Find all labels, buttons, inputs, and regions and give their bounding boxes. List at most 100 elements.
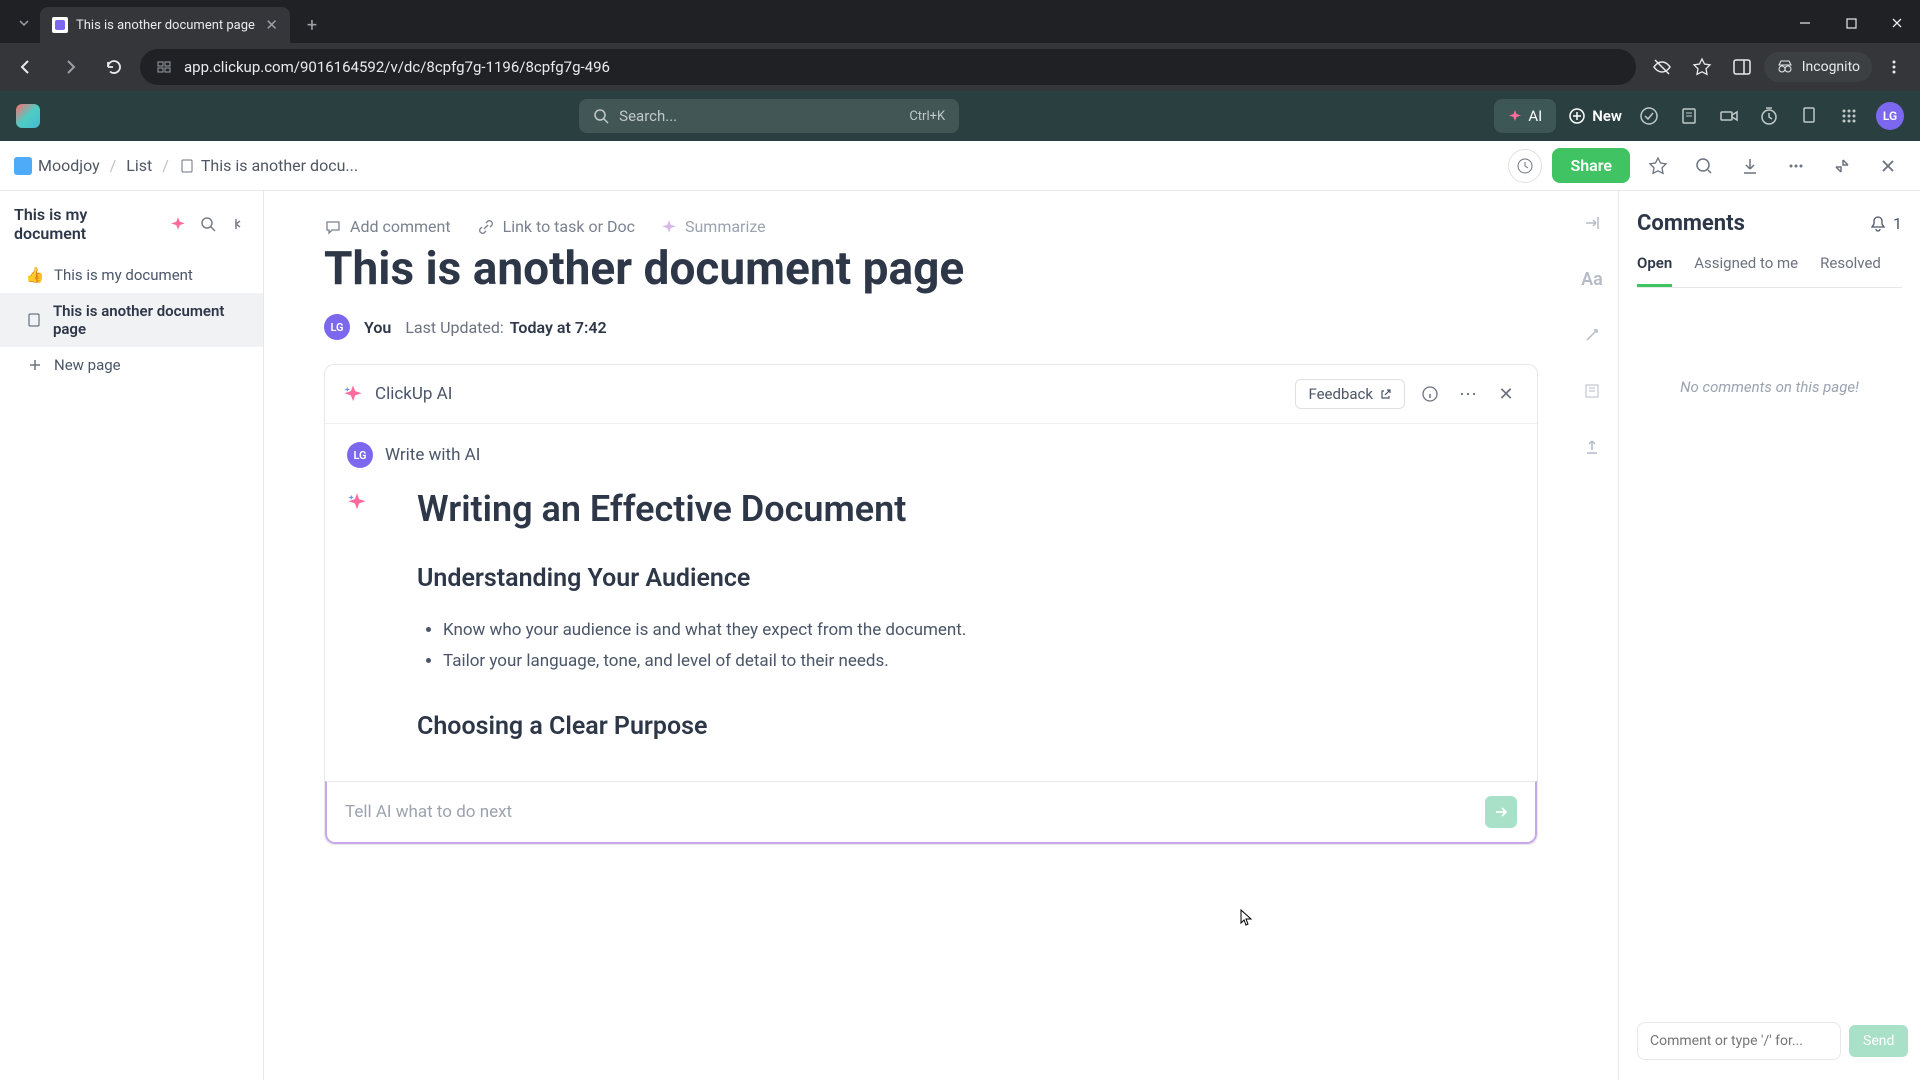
- eye-off-icon[interactable]: [1644, 49, 1680, 85]
- apps-grid-icon[interactable]: [1836, 103, 1862, 129]
- summarize-action[interactable]: Summarize: [661, 217, 766, 236]
- doc-title[interactable]: This is another document page: [324, 242, 1538, 296]
- feedback-button[interactable]: Feedback: [1295, 379, 1405, 409]
- sidebar-title: This is my document: [14, 205, 159, 243]
- share-button[interactable]: Share: [1552, 148, 1630, 183]
- window-minimize-icon[interactable]: [1782, 3, 1828, 43]
- side-panel-icon[interactable]: [1724, 49, 1760, 85]
- forward-button[interactable]: [52, 49, 88, 85]
- breadcrumb-doc[interactable]: This is another docu...: [179, 156, 358, 175]
- link-task-label: Link to task or Doc: [503, 217, 635, 236]
- back-button[interactable]: [8, 49, 44, 85]
- ai-card: ClickUp AI Feedback ⋯ ✕ LG Write with AI: [324, 364, 1538, 845]
- plus-circle-icon: [1568, 107, 1586, 125]
- reload-button[interactable]: [96, 49, 132, 85]
- check-circle-icon[interactable]: [1636, 103, 1662, 129]
- author-avatar[interactable]: LG: [324, 314, 350, 340]
- doc-meta: LG You Last Updated: Today at 7:42: [324, 314, 1538, 340]
- tab-resolved[interactable]: Resolved: [1820, 254, 1881, 287]
- sidebar-item-new-page[interactable]: New page: [0, 347, 263, 383]
- author-name: You: [364, 318, 391, 337]
- star-icon[interactable]: [1640, 148, 1676, 184]
- browser-tab[interactable]: This is another document page ✕: [40, 7, 290, 43]
- bookmark-star-icon[interactable]: [1684, 49, 1720, 85]
- browser-tab-strip: This is another document page ✕ +: [0, 0, 1920, 43]
- breadcrumb-list-label: List: [126, 156, 152, 175]
- ai-user-prompt-row: LG Write with AI: [347, 442, 1515, 468]
- docs-icon[interactable]: [1796, 103, 1822, 129]
- download-icon[interactable]: [1732, 148, 1768, 184]
- sidebar-item-label: New page: [54, 356, 121, 374]
- user-avatar[interactable]: LG: [1876, 102, 1904, 130]
- ai-bullet-list: Know who your audience is and what they …: [417, 615, 1515, 676]
- ai-send-button[interactable]: [1485, 796, 1517, 828]
- ai-card-header: ClickUp AI Feedback ⋯ ✕: [325, 365, 1537, 424]
- url-input[interactable]: app.clickup.com/9016164592/v/dc/8cpfg7g-…: [140, 49, 1636, 85]
- app-top-bar: Search... Ctrl+K AI New LG: [0, 91, 1920, 141]
- doc-sidebar: This is my document 👍 This is my documen…: [0, 191, 264, 1080]
- url-text: app.clickup.com/9016164592/v/dc/8cpfg7g-…: [184, 58, 610, 76]
- close-doc-icon[interactable]: [1870, 148, 1906, 184]
- record-icon[interactable]: [1716, 103, 1742, 129]
- breadcrumb-workspace[interactable]: Moodjoy: [14, 156, 100, 175]
- browser-menu-icon[interactable]: [1876, 49, 1912, 85]
- timer-icon[interactable]: [1756, 103, 1782, 129]
- breadcrumb-separator: /: [110, 156, 117, 175]
- tab-open[interactable]: Open: [1637, 254, 1672, 287]
- mouse-cursor: [1240, 909, 1254, 927]
- add-comment-label: Add comment: [350, 217, 451, 236]
- window-maximize-icon[interactable]: [1828, 3, 1874, 43]
- sidebar-search-icon[interactable]: [197, 213, 219, 235]
- ai-button[interactable]: AI: [1494, 99, 1556, 133]
- comment-search-icon[interactable]: [1686, 148, 1722, 184]
- sidebar-item-another-page[interactable]: This is another document page: [0, 293, 263, 347]
- breadcrumb-list[interactable]: List: [126, 156, 152, 175]
- link-task-action[interactable]: Link to task or Doc: [477, 217, 635, 236]
- ai-more-icon[interactable]: ⋯: [1455, 381, 1481, 407]
- collapse-sidebar-icon[interactable]: [227, 213, 249, 235]
- sparkle-icon[interactable]: [167, 213, 189, 235]
- external-link-icon: [1379, 388, 1392, 401]
- site-info-icon[interactable]: [156, 59, 172, 75]
- no-comments-message: No comments on this page!: [1637, 288, 1902, 1022]
- user-avatar: LG: [347, 442, 373, 468]
- sparkle-icon: [1508, 109, 1522, 123]
- ai-close-icon[interactable]: ✕: [1493, 381, 1519, 407]
- summarize-label: Summarize: [685, 217, 766, 236]
- window-controls: [1782, 3, 1920, 43]
- more-icon[interactable]: [1778, 148, 1814, 184]
- ai-heading-1: Writing an Effective Document: [417, 488, 1515, 530]
- ai-input-row: [325, 781, 1537, 844]
- bell-icon: [1869, 215, 1887, 233]
- notification-badge[interactable]: 1: [1869, 214, 1902, 233]
- breadcrumb-doc-label: This is another docu...: [201, 156, 358, 175]
- tab-list-dropdown[interactable]: [8, 7, 40, 39]
- sparkle-icon: [661, 219, 677, 235]
- user-prompt-text: Write with AI: [385, 445, 480, 465]
- tab-title: This is another document page: [76, 18, 255, 33]
- breadcrumb-workspace-label: Moodjoy: [38, 156, 100, 175]
- global-search-input[interactable]: Search... Ctrl+K: [579, 99, 959, 133]
- history-icon[interactable]: [1508, 149, 1542, 183]
- incognito-indicator[interactable]: Incognito: [1764, 52, 1872, 82]
- ai-body[interactable]: LG Write with AI Writing an Effective Do…: [325, 424, 1537, 781]
- clickup-logo[interactable]: [16, 104, 40, 128]
- notification-count: 1: [1893, 214, 1902, 233]
- sidebar-item-my-document[interactable]: 👍 This is my document: [0, 257, 263, 293]
- tab-assigned[interactable]: Assigned to me: [1694, 254, 1798, 287]
- new-button[interactable]: New: [1568, 107, 1622, 125]
- add-comment-action[interactable]: Add comment: [324, 217, 451, 236]
- comment-input[interactable]: [1637, 1022, 1841, 1060]
- comment-send-button[interactable]: Send: [1849, 1025, 1908, 1057]
- info-icon[interactable]: [1417, 381, 1443, 407]
- collapse-icon[interactable]: [1824, 148, 1860, 184]
- tab-close-icon[interactable]: ✕: [265, 16, 278, 34]
- ai-label: AI: [1528, 107, 1542, 125]
- ai-prompt-input[interactable]: [345, 802, 1473, 822]
- doc-icon: [26, 313, 43, 327]
- sidebar-item-label: This is my document: [54, 266, 193, 284]
- notepad-icon[interactable]: [1676, 103, 1702, 129]
- window-close-icon[interactable]: [1874, 3, 1920, 43]
- last-updated-label: Last Updated:: [405, 318, 503, 337]
- new-tab-button[interactable]: +: [298, 11, 326, 39]
